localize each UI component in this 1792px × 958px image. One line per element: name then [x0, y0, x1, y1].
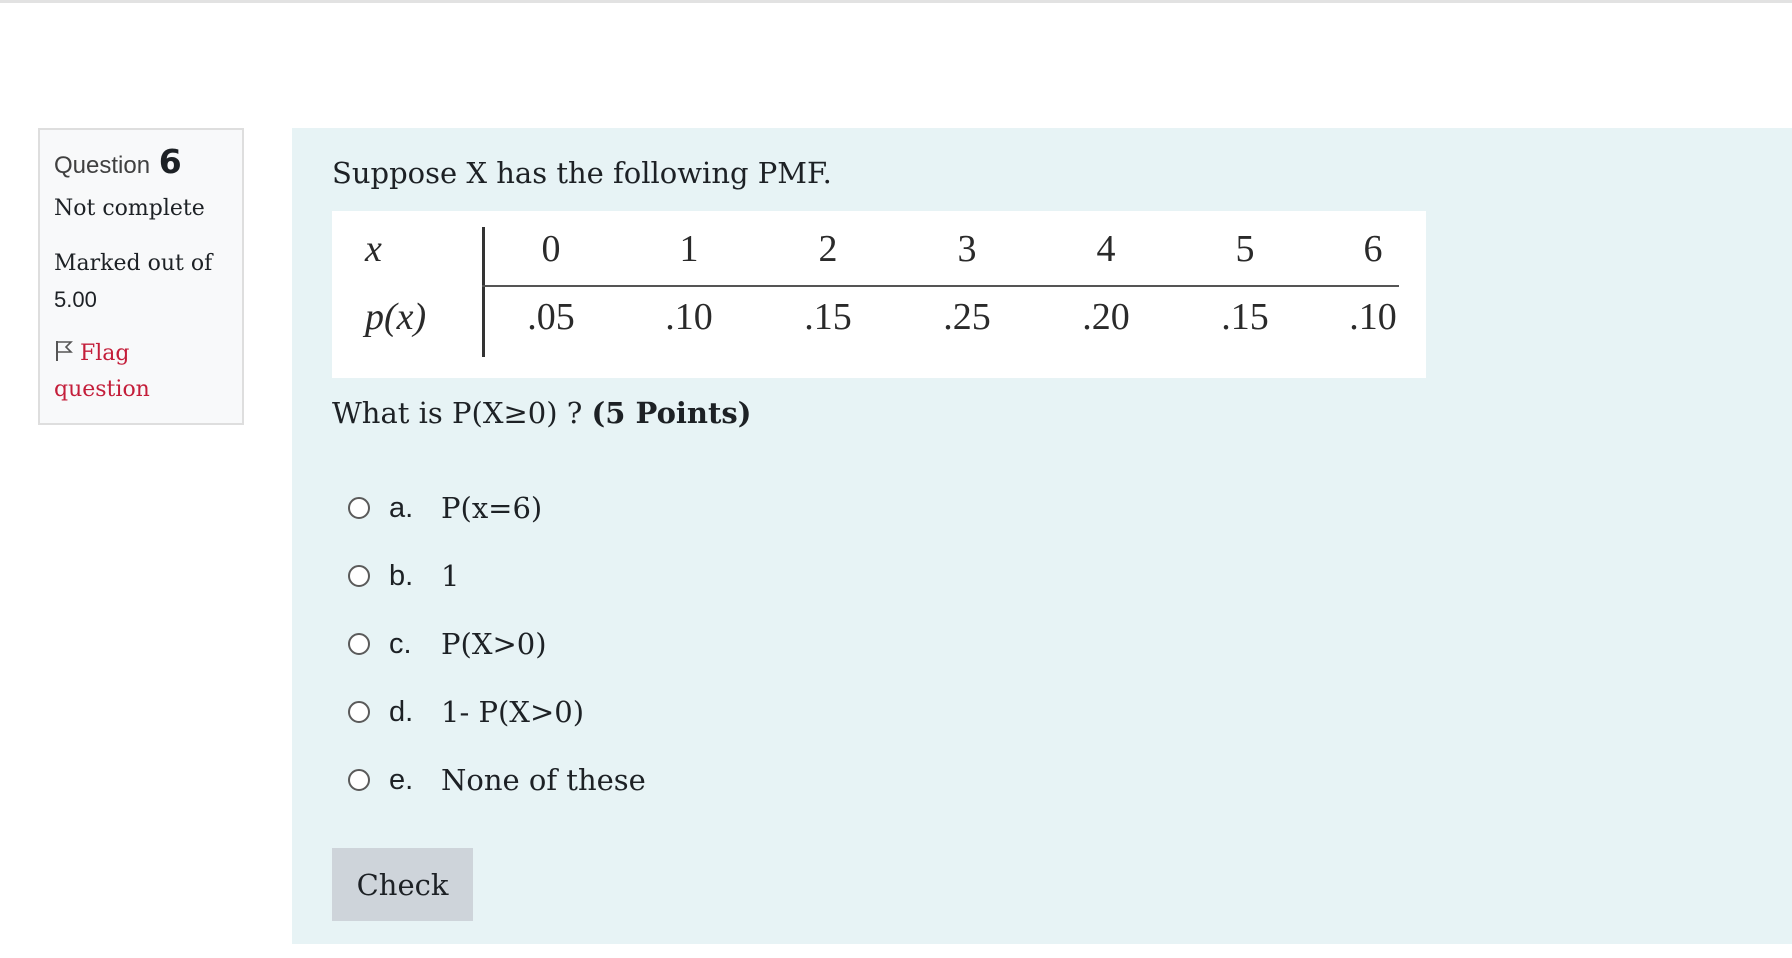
answer-text: None of these	[441, 763, 646, 797]
top-divider	[0, 0, 1792, 3]
answer-option-d[interactable]: d. 1- P(X>0)	[348, 678, 646, 746]
pmf-row-label-x: x	[365, 228, 382, 270]
pmf-x-value: 0	[541, 228, 561, 270]
radio-button[interactable]	[348, 633, 370, 655]
answer-option-b[interactable]: b. 1	[348, 542, 646, 610]
question-grade: Marked out of 5.00	[54, 246, 228, 318]
flag-icon	[56, 341, 73, 361]
pmf-p-value: .15	[804, 296, 852, 338]
answer-option-c[interactable]: c. P(X>0)	[348, 610, 646, 678]
pmf-x-value: 2	[818, 228, 838, 270]
pmf-row-label-px: p(x)	[365, 296, 427, 338]
question-points: (5 Points)	[591, 396, 752, 430]
pmf-p-value: .10	[1349, 296, 1397, 338]
radio-button[interactable]	[348, 565, 370, 587]
pmf-p-value: .15	[1221, 296, 1269, 338]
pmf-table: x p(x) 0 1 2 3 4 5 6 .05 .10 .15 .25 .20…	[332, 211, 1426, 378]
pmf-p-value: .20	[1082, 296, 1130, 338]
answer-option-a[interactable]: a. P(x=6)	[348, 474, 646, 542]
pmf-x-value: 5	[1235, 228, 1255, 270]
question-number: 6	[158, 142, 182, 181]
pmf-p-value: .05	[527, 296, 575, 338]
answer-text: 1	[441, 559, 460, 593]
radio-button[interactable]	[348, 769, 370, 791]
answer-letter: a.	[389, 491, 414, 524]
pmf-x-value: 4	[1096, 228, 1116, 270]
answer-letter: c.	[389, 627, 412, 660]
answer-letter: b.	[389, 559, 414, 592]
flag-question-link[interactable]: Flag question	[54, 336, 194, 408]
answer-letter: e.	[389, 763, 414, 796]
answer-letter: d.	[389, 695, 414, 728]
pmf-vertical-rule	[482, 227, 485, 357]
question-state: Not complete	[54, 196, 205, 221]
pmf-x-value: 6	[1363, 228, 1383, 270]
answer-text: P(X>0)	[441, 627, 547, 661]
question-text: What is P(X≥0) ?	[332, 396, 583, 430]
question-label: Question	[54, 152, 151, 179]
pmf-p-value: .10	[665, 296, 713, 338]
question-info-panel: Question 6 Not complete Marked out of 5.…	[38, 128, 244, 425]
question-prompt: What is P(X≥0) ? (5 Points)	[332, 396, 751, 430]
pmf-x-value: 3	[957, 228, 977, 270]
answer-option-e[interactable]: e. None of these	[348, 746, 646, 814]
radio-button[interactable]	[348, 497, 370, 519]
radio-button[interactable]	[348, 701, 370, 723]
answer-text: 1- P(X>0)	[441, 695, 585, 729]
question-heading: Question 6	[54, 144, 228, 180]
marked-out-of-label: Marked out of	[54, 251, 213, 276]
question-content: Suppose X has the following PMF. x p(x) …	[292, 128, 1792, 944]
answer-text: P(x=6)	[441, 491, 543, 525]
pmf-x-value: 1	[679, 228, 699, 270]
pmf-p-value: .25	[943, 296, 991, 338]
check-button[interactable]: Check	[332, 848, 473, 921]
question-intro: Suppose X has the following PMF.	[332, 156, 832, 190]
marked-out-of-value: 5.00	[54, 287, 97, 312]
pmf-horizontal-rule	[482, 285, 1399, 287]
answer-list: a. P(x=6) b. 1 c. P(X>0) d. 1- P(X>0) e.…	[348, 474, 646, 814]
